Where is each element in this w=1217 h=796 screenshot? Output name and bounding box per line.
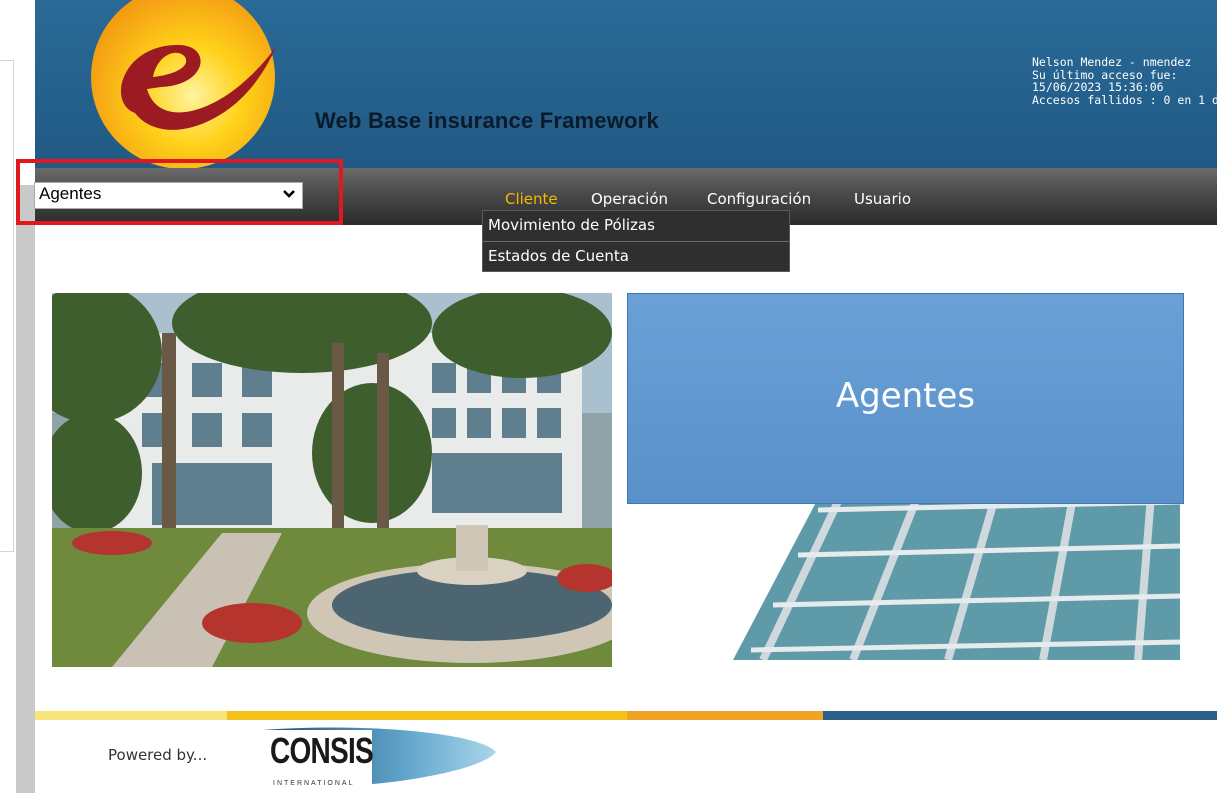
consis-logo-subtext: INTERNATIONAL [273, 780, 355, 787]
agentes-banner-label: Agentes [835, 376, 976, 416]
footer-stripe [823, 711, 1217, 720]
cliente-dropdown-menu: Movimiento de Pólizas Estados de Cuenta [482, 210, 790, 272]
user-info: Nelson Mendez - nmendez Su último acceso… [1032, 56, 1217, 106]
powered-by-label: Powered by... [108, 746, 208, 764]
nav-item-cliente[interactable]: Cliente [505, 190, 558, 208]
e-logo-icon [91, 0, 277, 168]
office-building-photo [52, 293, 612, 667]
nav-item-configuracion[interactable]: Configuración [707, 190, 811, 208]
last-access-date: 15/06/2023 15:36:06 [1032, 80, 1164, 94]
chevron-down-icon [283, 190, 295, 198]
left-scrollbar[interactable] [16, 185, 35, 793]
app-logo [77, 0, 289, 168]
consis-logo-text: CONSIS [270, 730, 374, 771]
module-select[interactable]: Agentes [34, 182, 303, 209]
module-select-value: Agentes [39, 184, 102, 203]
user-name: Nelson Mendez - nmendez [1032, 55, 1192, 69]
menu-item-estados-cuenta[interactable]: Estados de Cuenta [488, 247, 629, 265]
nav-item-operacion[interactable]: Operación [591, 190, 668, 208]
footer-stripe [35, 711, 227, 720]
footer-stripe [627, 711, 823, 720]
failed-access: Accesos fallidos : 0 en 1 día [1032, 92, 1217, 107]
header: Web Base insurance Framework Nelson Mend… [35, 0, 1217, 168]
app-title: Web Base insurance Framework [315, 108, 659, 133]
nav-item-usuario[interactable]: Usuario [854, 190, 911, 208]
footer-stripe [227, 711, 627, 720]
menu-divider [483, 241, 789, 242]
left-frame [0, 60, 14, 552]
menu-item-movimiento-polizas[interactable]: Movimiento de Pólizas [488, 216, 655, 234]
agentes-banner[interactable]: Agentes [627, 293, 1184, 504]
